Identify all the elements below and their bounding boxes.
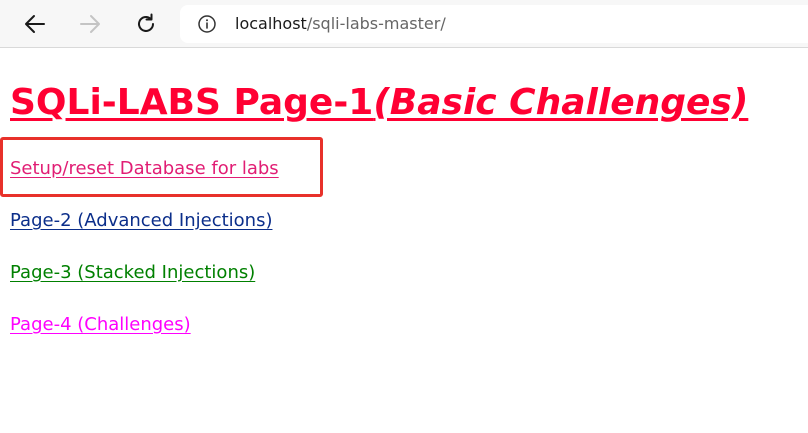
address-bar[interactable]: localhost/sqli-labs-master/	[180, 5, 808, 43]
url-text[interactable]: localhost/sqli-labs-master/	[235, 13, 446, 35]
page-3-link[interactable]: Page-3 (Stacked Injections)	[10, 261, 255, 285]
url-path: /sqli-labs-master/	[306, 14, 446, 33]
page-title-sub: (Basic Challenges)	[373, 82, 749, 123]
page-2-link[interactable]: Page-2 (Advanced Injections)	[10, 209, 272, 233]
page-title[interactable]: SQLi-LABS Page-1(Basic Challenges)	[10, 80, 748, 126]
refresh-button[interactable]	[131, 9, 161, 39]
info-icon[interactable]	[198, 15, 216, 33]
url-host: localhost	[235, 14, 307, 33]
forward-button[interactable]	[75, 9, 105, 39]
refresh-icon	[138, 13, 154, 32]
page-content: SQLi-LABS Page-1(Basic Challenges) Setup…	[0, 48, 808, 433]
page-4-link[interactable]: Page-4 (Challenges)	[10, 313, 191, 337]
browser-toolbar: localhost/sqli-labs-master/	[0, 0, 808, 48]
back-arrow-icon	[25, 15, 45, 33]
back-button[interactable]	[20, 9, 50, 39]
page-title-main: SQLi-LABS Page-1	[10, 82, 374, 123]
forward-arrow-icon	[80, 15, 100, 33]
setup-reset-database-link[interactable]: Setup/reset Database for labs	[10, 157, 279, 181]
